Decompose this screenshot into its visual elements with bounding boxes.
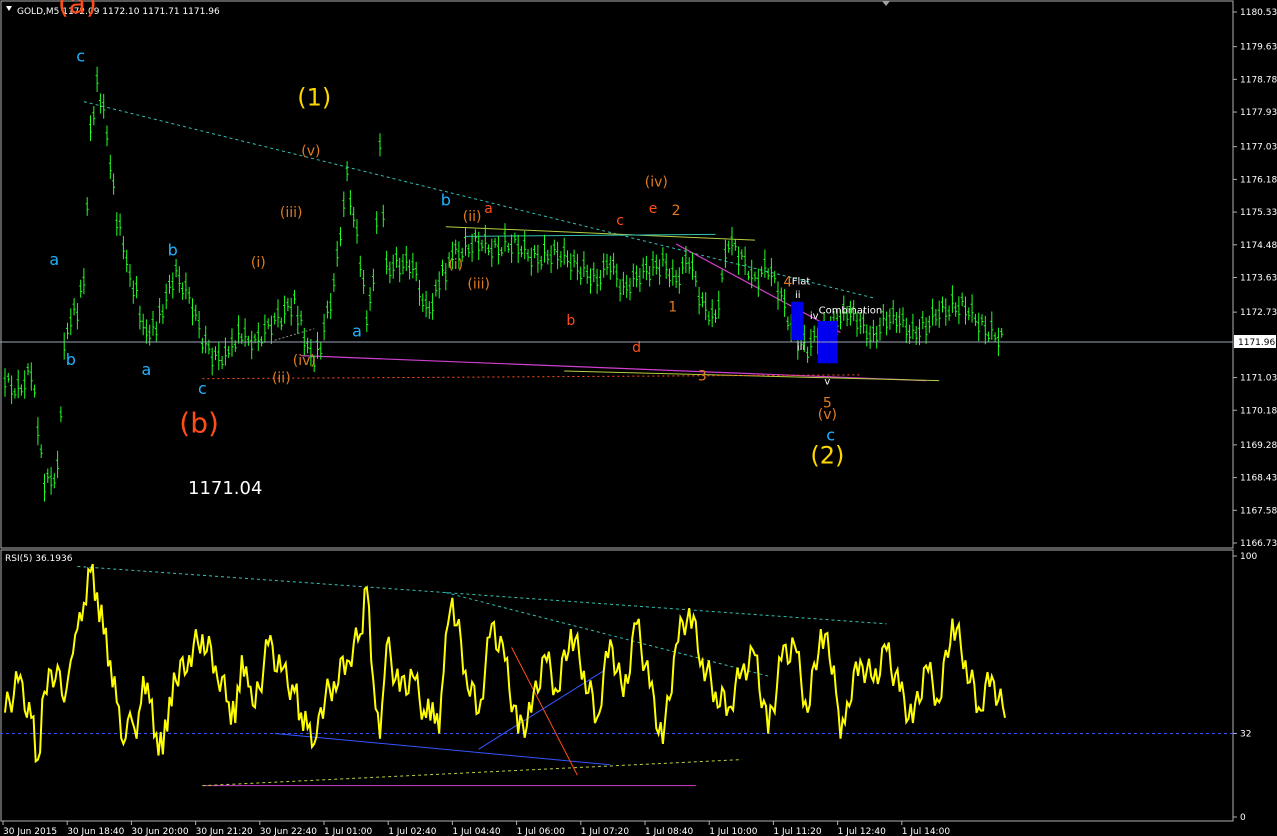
wave-label-orange: (v) bbox=[301, 144, 320, 160]
symbol-header: GOLD,M5 1172.09 1172.10 1171.71 1171.96 bbox=[17, 7, 220, 17]
price-tick-label: 1174.48 bbox=[1240, 241, 1277, 251]
time-tick-label: 1 Jul 08:40 bbox=[645, 827, 694, 836]
price-tick-label: 1177.93 bbox=[1240, 108, 1277, 118]
price-tick-label: 1177.03 bbox=[1240, 143, 1277, 153]
time-tick-label: 30 Jun 2015 bbox=[3, 827, 57, 836]
wave-label-blue: a bbox=[352, 321, 362, 340]
wave-label-orange: 1 bbox=[668, 299, 677, 315]
time-tick-label: 1 Jul 02:40 bbox=[388, 827, 437, 836]
wave-label-white: Combination bbox=[819, 305, 883, 316]
wave-label-blue: c bbox=[76, 46, 85, 65]
flat-box bbox=[791, 301, 804, 341]
wave-label-white: iii bbox=[797, 342, 805, 353]
wave-label-orange: (ii) bbox=[272, 371, 291, 387]
wave-label-blue: a bbox=[142, 360, 152, 379]
price-tick-label: 1179.63 bbox=[1240, 43, 1277, 53]
wave-label-orange: (ii) bbox=[463, 209, 482, 225]
wave-label-orange: (2) bbox=[810, 441, 844, 469]
price-tick-label: 1176.18 bbox=[1240, 175, 1277, 185]
time-tick-label: 1 Jul 07:20 bbox=[581, 827, 630, 836]
wave-label-orange: (iii) bbox=[280, 205, 303, 221]
time-tick-label: 1 Jul 11:20 bbox=[773, 827, 822, 836]
wave-label-blue: b bbox=[168, 241, 178, 260]
wave-label-orange: (i) bbox=[448, 257, 463, 273]
current-price-label: 1171.96 bbox=[1238, 338, 1275, 348]
wave-label-white: Flat bbox=[792, 276, 811, 287]
price-tick-label: 1169.28 bbox=[1240, 441, 1277, 451]
wave-label-white: ii bbox=[795, 290, 801, 301]
wave-label-orange: (v) bbox=[818, 407, 837, 423]
rsi-tick-label: 0 bbox=[1240, 813, 1246, 823]
big-price-text: 1171.04 bbox=[188, 478, 262, 499]
wave-label-red: a bbox=[484, 201, 493, 217]
wave-label-blue: b bbox=[66, 350, 76, 369]
price-tick-label: 1175.33 bbox=[1240, 208, 1277, 218]
wave-label-red: (a) bbox=[58, 0, 97, 20]
price-tick-label: 1167.58 bbox=[1240, 506, 1277, 516]
wave-label-orange: (iv) bbox=[293, 353, 316, 369]
wave-label-orange: 2 bbox=[672, 203, 681, 219]
price-tick-label: 1173.63 bbox=[1240, 274, 1277, 284]
time-tick-label: 1 Jul 04:40 bbox=[452, 827, 501, 836]
price-tick-label: 1170.18 bbox=[1240, 406, 1277, 416]
wave-label-white: v bbox=[824, 376, 830, 387]
wave-label-orange: (iii) bbox=[467, 276, 490, 292]
wave-label-orange: (iv) bbox=[645, 174, 668, 190]
time-tick-label: 1 Jul 12:40 bbox=[838, 827, 887, 836]
price-tick-label: 1172.73 bbox=[1240, 308, 1277, 318]
wave-label-blue: a bbox=[49, 250, 59, 269]
wave-label-orange: 3 bbox=[698, 369, 707, 385]
price-tick-label: 1178.78 bbox=[1240, 75, 1277, 85]
price-tick-label: 1171.03 bbox=[1240, 374, 1277, 384]
time-tick-label: 30 Jun 22:40 bbox=[260, 827, 317, 836]
wave-label-orange: (i) bbox=[251, 255, 266, 271]
time-tick-label: 1 Jul 14:00 bbox=[902, 827, 951, 836]
time-tick-label: 1 Jul 10:00 bbox=[709, 827, 758, 836]
time-tick-label: 1 Jul 06:00 bbox=[517, 827, 566, 836]
time-tick-label: 1 Jul 01:00 bbox=[324, 827, 373, 836]
chart-canvas: GOLD,M5 1172.09 1172.10 1171.71 1171.96 … bbox=[0, 0, 1277, 836]
wave-label-blue: b bbox=[441, 191, 451, 210]
time-tick-label: 30 Jun 18:40 bbox=[67, 827, 124, 836]
time-tick-label: 30 Jun 21:20 bbox=[196, 827, 253, 836]
price-tick-label: 1166.73 bbox=[1240, 539, 1277, 549]
wave-label-red: c bbox=[616, 213, 624, 229]
price-tick-label: 1168.43 bbox=[1240, 474, 1277, 484]
wave-label-red: (b) bbox=[179, 407, 219, 440]
rsi-tick-label: 100 bbox=[1240, 552, 1257, 562]
wave-label-orange: (1) bbox=[297, 84, 331, 112]
rsi-tick-label: 32 bbox=[1240, 729, 1251, 739]
time-tick-label: 30 Jun 20:00 bbox=[131, 827, 188, 836]
rsi-header: RSI(5) 36.1936 bbox=[5, 554, 73, 564]
wave-label-red: b bbox=[566, 313, 575, 329]
wave-label-red: e bbox=[649, 201, 658, 217]
wave-label-white: iv bbox=[810, 311, 819, 322]
wave-label-blue: c bbox=[198, 379, 207, 398]
price-tick-label: 1180.53 bbox=[1240, 8, 1277, 18]
